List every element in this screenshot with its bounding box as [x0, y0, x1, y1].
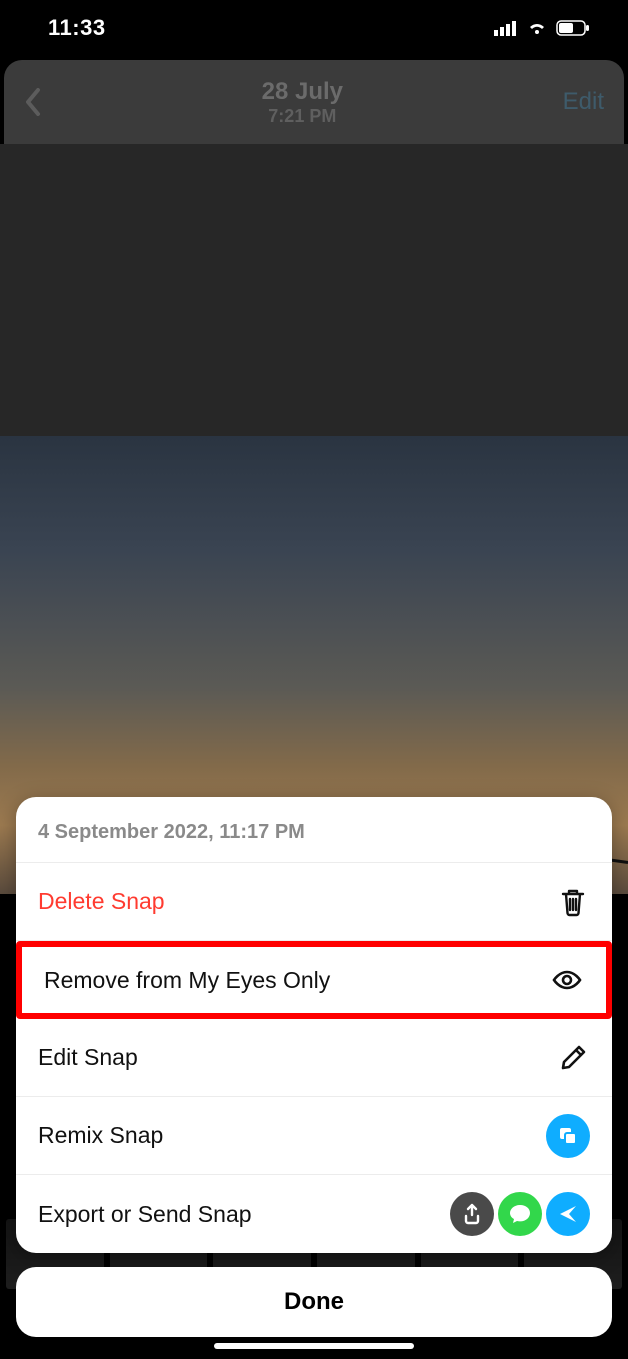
edit-snap-row[interactable]: Edit Snap [16, 1019, 612, 1097]
action-sheet: 4 September 2022, 11:17 PM Delete Snap R… [16, 797, 612, 1253]
edit-snap-label: Edit Snap [38, 1044, 138, 1071]
cellular-icon [494, 20, 518, 36]
trash-icon [556, 885, 590, 919]
remix-icon [546, 1114, 590, 1158]
status-time: 11:33 [48, 15, 106, 41]
done-button[interactable]: Done [16, 1267, 612, 1337]
wifi-icon [526, 20, 548, 36]
status-bar: 11:33 [0, 0, 628, 56]
messages-icon [498, 1192, 542, 1236]
home-indicator[interactable] [214, 1343, 414, 1349]
export-send-label: Export or Send Snap [38, 1201, 252, 1228]
remove-my-eyes-only-row[interactable]: Remove from My Eyes Only [16, 941, 612, 1019]
remix-snap-label: Remix Snap [38, 1122, 163, 1149]
eye-icon [550, 963, 584, 997]
delete-snap-label: Delete Snap [38, 888, 165, 915]
action-sheet-overlay: 4 September 2022, 11:17 PM Delete Snap R… [0, 56, 628, 1359]
delete-snap-row[interactable]: Delete Snap [16, 863, 612, 941]
remove-my-eyes-only-label: Remove from My Eyes Only [44, 967, 330, 994]
send-icon [546, 1192, 590, 1236]
export-icon [450, 1192, 494, 1236]
status-indicators [494, 20, 590, 36]
sheet-timestamp: 4 September 2022, 11:17 PM [16, 797, 612, 863]
pencil-icon [556, 1041, 590, 1075]
battery-icon [556, 20, 590, 36]
remix-snap-row[interactable]: Remix Snap [16, 1097, 612, 1175]
export-send-row[interactable]: Export or Send Snap [16, 1175, 612, 1253]
